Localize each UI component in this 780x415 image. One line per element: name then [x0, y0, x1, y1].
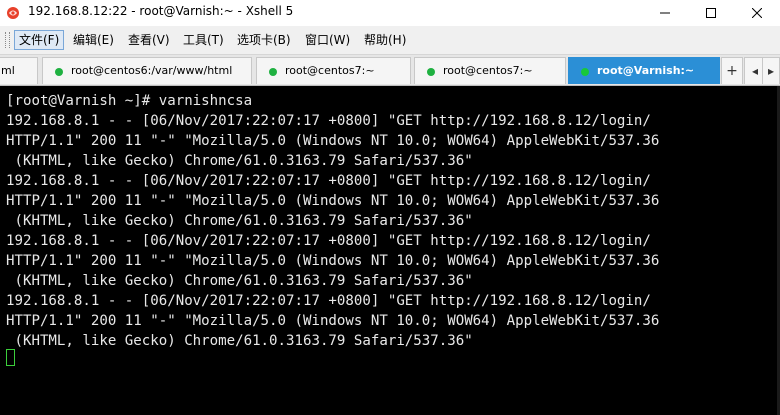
menu-file[interactable]: 文件(F): [14, 30, 65, 50]
terminal-line: 192.168.8.1 - - [06/Nov/2017:22:07:17 +0…: [6, 173, 651, 189]
connected-status-icon: [55, 68, 63, 76]
menu-bar: 文件(F) 编辑(E) 查看(V) 工具(T) 选项卡(B) 窗口(W) 帮助(…: [0, 26, 780, 55]
menu-view[interactable]: 查看(V): [124, 31, 174, 49]
tab-centos6[interactable]: root@centos6:/var/www/html: [42, 57, 252, 84]
toolbar-grip[interactable]: [5, 32, 10, 48]
terminal-line: (KHTML, like Gecko) Chrome/61.0.3163.79 …: [6, 333, 473, 349]
terminal-pane[interactable]: [root@Varnish ~]# varnishncsa 192.168.8.…: [0, 86, 780, 415]
tab-label: root@centos7:~: [443, 64, 533, 77]
terminal-line: HTTP/1.1" 200 11 "-" "Mozilla/5.0 (Windo…: [6, 253, 660, 269]
terminal-line: HTTP/1.1" 200 11 "-" "Mozilla/5.0 (Windo…: [6, 313, 660, 329]
terminal-line: HTTP/1.1" 200 11 "-" "Mozilla/5.0 (Windo…: [6, 193, 660, 209]
tab-label: root@centos7:~: [285, 64, 375, 77]
terminal-line: (KHTML, like Gecko) Chrome/61.0.3163.79 …: [6, 273, 473, 289]
tab-scroll-right-button[interactable]: ▸: [762, 57, 780, 84]
title-bar[interactable]: 192.168.8.12:22 - root@Varnish:~ - Xshel…: [0, 0, 780, 26]
tab-label: ml: [1, 64, 15, 77]
menu-tools[interactable]: 工具(T): [179, 31, 228, 49]
minimize-button[interactable]: [642, 0, 688, 26]
menu-help[interactable]: 帮助(H): [360, 31, 410, 49]
connected-status-icon: [581, 68, 589, 76]
maximize-icon: [706, 8, 716, 18]
xshell-icon: [7, 7, 19, 19]
close-button[interactable]: [734, 0, 780, 26]
window-title: 192.168.8.12:22 - root@Varnish:~ - Xshel…: [28, 4, 294, 18]
terminal-line: (KHTML, like Gecko) Chrome/61.0.3163.79 …: [6, 153, 473, 169]
terminal-line: (KHTML, like Gecko) Chrome/61.0.3163.79 …: [6, 213, 473, 229]
xshell-window: 192.168.8.12:22 - root@Varnish:~ - Xshel…: [0, 0, 780, 415]
tab-varnish[interactable]: root@Varnish:~: [568, 57, 720, 84]
tab-label: root@Varnish:~: [597, 64, 695, 77]
tab-session-partial[interactable]: ml: [0, 57, 38, 84]
terminal-line: 192.168.8.1 - - [06/Nov/2017:22:07:17 +0…: [6, 293, 651, 309]
terminal-cursor: [6, 349, 15, 366]
connected-status-icon: [269, 68, 277, 76]
menu-window[interactable]: 窗口(W): [301, 31, 354, 49]
terminal-line: 192.168.8.1 - - [06/Nov/2017:22:07:17 +0…: [6, 233, 651, 249]
tab-label: root@centos6:/var/www/html: [71, 64, 233, 77]
tab-centos7-1[interactable]: root@centos7:~: [256, 57, 411, 84]
minimize-icon: [660, 12, 670, 14]
session-tab-bar: ml root@centos6:/var/www/html root@cento…: [0, 55, 780, 86]
add-tab-button[interactable]: +: [721, 57, 743, 84]
plus-icon: +: [726, 63, 738, 79]
terminal-line: [root@Varnish ~]# varnishncsa: [6, 93, 253, 109]
arrow-right-icon: ▸: [767, 64, 775, 78]
tab-centos7-2[interactable]: root@centos7:~: [414, 57, 566, 84]
menu-edit[interactable]: 编辑(E): [69, 31, 118, 49]
menu-tabs[interactable]: 选项卡(B): [233, 31, 295, 49]
connected-status-icon: [427, 68, 435, 76]
terminal-line: HTTP/1.1" 200 11 "-" "Mozilla/5.0 (Windo…: [6, 133, 660, 149]
terminal-line: 192.168.8.1 - - [06/Nov/2017:22:07:17 +0…: [6, 113, 651, 129]
maximize-button[interactable]: [688, 0, 734, 26]
close-icon: [752, 8, 762, 18]
arrow-left-icon: ◂: [751, 64, 759, 78]
